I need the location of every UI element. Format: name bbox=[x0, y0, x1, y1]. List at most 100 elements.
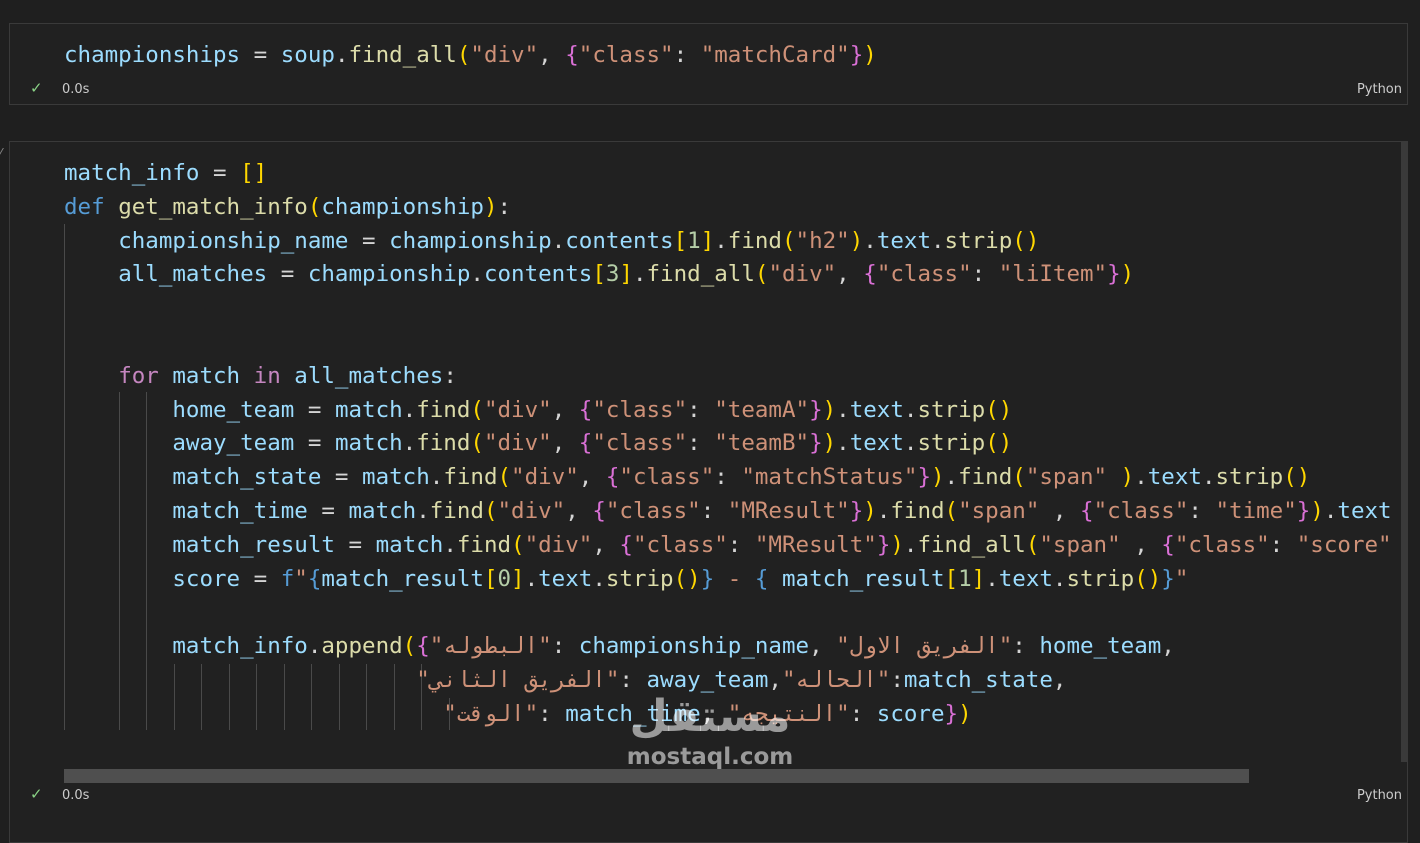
code-token: "الوقت" bbox=[443, 700, 539, 727]
code-token: . bbox=[551, 227, 566, 254]
code-token: "score" bbox=[1296, 531, 1392, 558]
code-line[interactable]: match_info = [] bbox=[64, 156, 267, 190]
code-token: contents bbox=[483, 261, 593, 288]
code-token: , bbox=[592, 531, 620, 558]
language-label[interactable]: Python bbox=[1357, 788, 1402, 803]
code-line[interactable]: score = f"{match_result[0].text.strip()}… bbox=[64, 562, 1188, 596]
code-token: ( bbox=[754, 261, 769, 288]
code-token: = bbox=[240, 42, 281, 68]
code-token: ( bbox=[944, 498, 959, 524]
code-token: { bbox=[578, 396, 593, 423]
code-token: find bbox=[443, 464, 498, 491]
code-token: = bbox=[334, 531, 376, 558]
code-token: { bbox=[578, 430, 593, 457]
code-token: match bbox=[375, 531, 444, 558]
code-token: . bbox=[524, 565, 539, 592]
code-token: text bbox=[1147, 464, 1202, 491]
code-token: : bbox=[443, 362, 457, 389]
code-token: all_matches bbox=[118, 261, 268, 288]
code-token: , bbox=[1052, 667, 1067, 693]
code-token: "h2" bbox=[795, 227, 850, 254]
code-line[interactable]: away_team = match.find("div", {"class": … bbox=[64, 426, 1012, 460]
code-token: ) bbox=[483, 193, 498, 220]
code-line[interactable]: match_info.append({"البطوله": championsh… bbox=[64, 629, 1174, 663]
code-cell-2[interactable]: match_info = [] def get_match_info(champi… bbox=[9, 141, 1408, 843]
code-token: ) bbox=[849, 227, 864, 254]
code-token: { bbox=[754, 565, 769, 592]
code-line[interactable]: match_state = match.find("div", {"class"… bbox=[64, 460, 1310, 494]
code-token: () bbox=[1012, 227, 1040, 254]
code-token: = bbox=[348, 227, 390, 254]
code-token: find bbox=[429, 498, 484, 524]
code-token: - bbox=[714, 565, 755, 592]
code-token: ) bbox=[931, 464, 945, 491]
code-token: { bbox=[1161, 531, 1175, 558]
horizontal-scrollbar[interactable] bbox=[64, 769, 1249, 783]
code-token: ) bbox=[863, 498, 877, 524]
code-token: ( bbox=[402, 633, 417, 660]
code-token: home_team bbox=[172, 396, 295, 423]
code-token: : bbox=[673, 42, 701, 68]
code-token: . bbox=[592, 565, 606, 592]
code-token: text bbox=[876, 227, 931, 254]
code-token: match_time bbox=[172, 498, 308, 524]
code-token: = bbox=[240, 565, 281, 592]
code-token: ) bbox=[863, 42, 877, 68]
code-token: strip bbox=[1066, 565, 1135, 592]
vertical-scrollbar-track[interactable] bbox=[1401, 142, 1407, 762]
code-token: : bbox=[497, 193, 512, 220]
code-token: ) bbox=[822, 430, 837, 457]
code-line[interactable]: match_result = match.find("div", {"class… bbox=[64, 528, 1392, 562]
code-line[interactable]: "الوقت": match_time, "النتيجه": score}) bbox=[64, 697, 972, 731]
code-token: find_all bbox=[917, 531, 1026, 558]
code-line[interactable]: all_matches = championship.contents[3].f… bbox=[64, 257, 1134, 291]
code-line[interactable]: for match in all_matches: bbox=[64, 359, 457, 393]
code-line[interactable]: match_time = match.find("div", {"class":… bbox=[64, 494, 1391, 528]
code-token: "الحاله" bbox=[781, 667, 891, 693]
code-token: , bbox=[565, 498, 593, 524]
code-token: append bbox=[321, 633, 403, 660]
code-token: text bbox=[849, 430, 904, 457]
code-line[interactable]: championships = soup.find_all("div", {"c… bbox=[64, 38, 877, 72]
code-token: { bbox=[592, 498, 606, 524]
code-token: : bbox=[1269, 531, 1297, 558]
code-token: . bbox=[836, 430, 850, 457]
code-token: score bbox=[876, 700, 945, 727]
code-token: , bbox=[768, 667, 782, 693]
code-token: match bbox=[334, 430, 403, 457]
code-line[interactable]: championship_name = championship.content… bbox=[64, 224, 1039, 258]
code-token: "time" bbox=[1215, 498, 1297, 524]
code-token: } bbox=[1107, 261, 1121, 288]
code-token: "div" bbox=[511, 464, 579, 491]
code-token: "teamA" bbox=[714, 396, 810, 423]
code-token: : bbox=[1012, 633, 1040, 660]
code-cell-1[interactable]: championships = soup.find_all("div", {"c… bbox=[9, 23, 1408, 105]
code-line[interactable]: def get_match_info(championship): bbox=[64, 190, 511, 224]
code-line[interactable]: home_team = match.find("div", {"class": … bbox=[64, 393, 1012, 427]
code-token: . bbox=[863, 227, 877, 254]
code-token: ) bbox=[890, 531, 904, 558]
code-token: 1 bbox=[687, 227, 701, 254]
code-token: . bbox=[836, 396, 850, 423]
code-line[interactable]: "الفريق الثاني": away_team,"الحاله":matc… bbox=[64, 663, 1066, 697]
code-token: : bbox=[714, 464, 742, 491]
code-token: : bbox=[849, 700, 877, 727]
code-token: ) bbox=[958, 700, 972, 727]
code-token: match_info bbox=[172, 633, 308, 660]
code-token: "النتيجه" bbox=[727, 700, 850, 727]
code-token: . bbox=[470, 261, 484, 288]
code-token: " bbox=[294, 565, 308, 592]
code-token: "liItem" bbox=[998, 261, 1108, 288]
code-token: } bbox=[849, 42, 864, 68]
code-token: find bbox=[416, 396, 471, 423]
language-label[interactable]: Python bbox=[1357, 82, 1402, 97]
code-token: . bbox=[903, 531, 918, 558]
code-token: . bbox=[876, 498, 891, 524]
code-token: "span" bbox=[958, 498, 1040, 524]
